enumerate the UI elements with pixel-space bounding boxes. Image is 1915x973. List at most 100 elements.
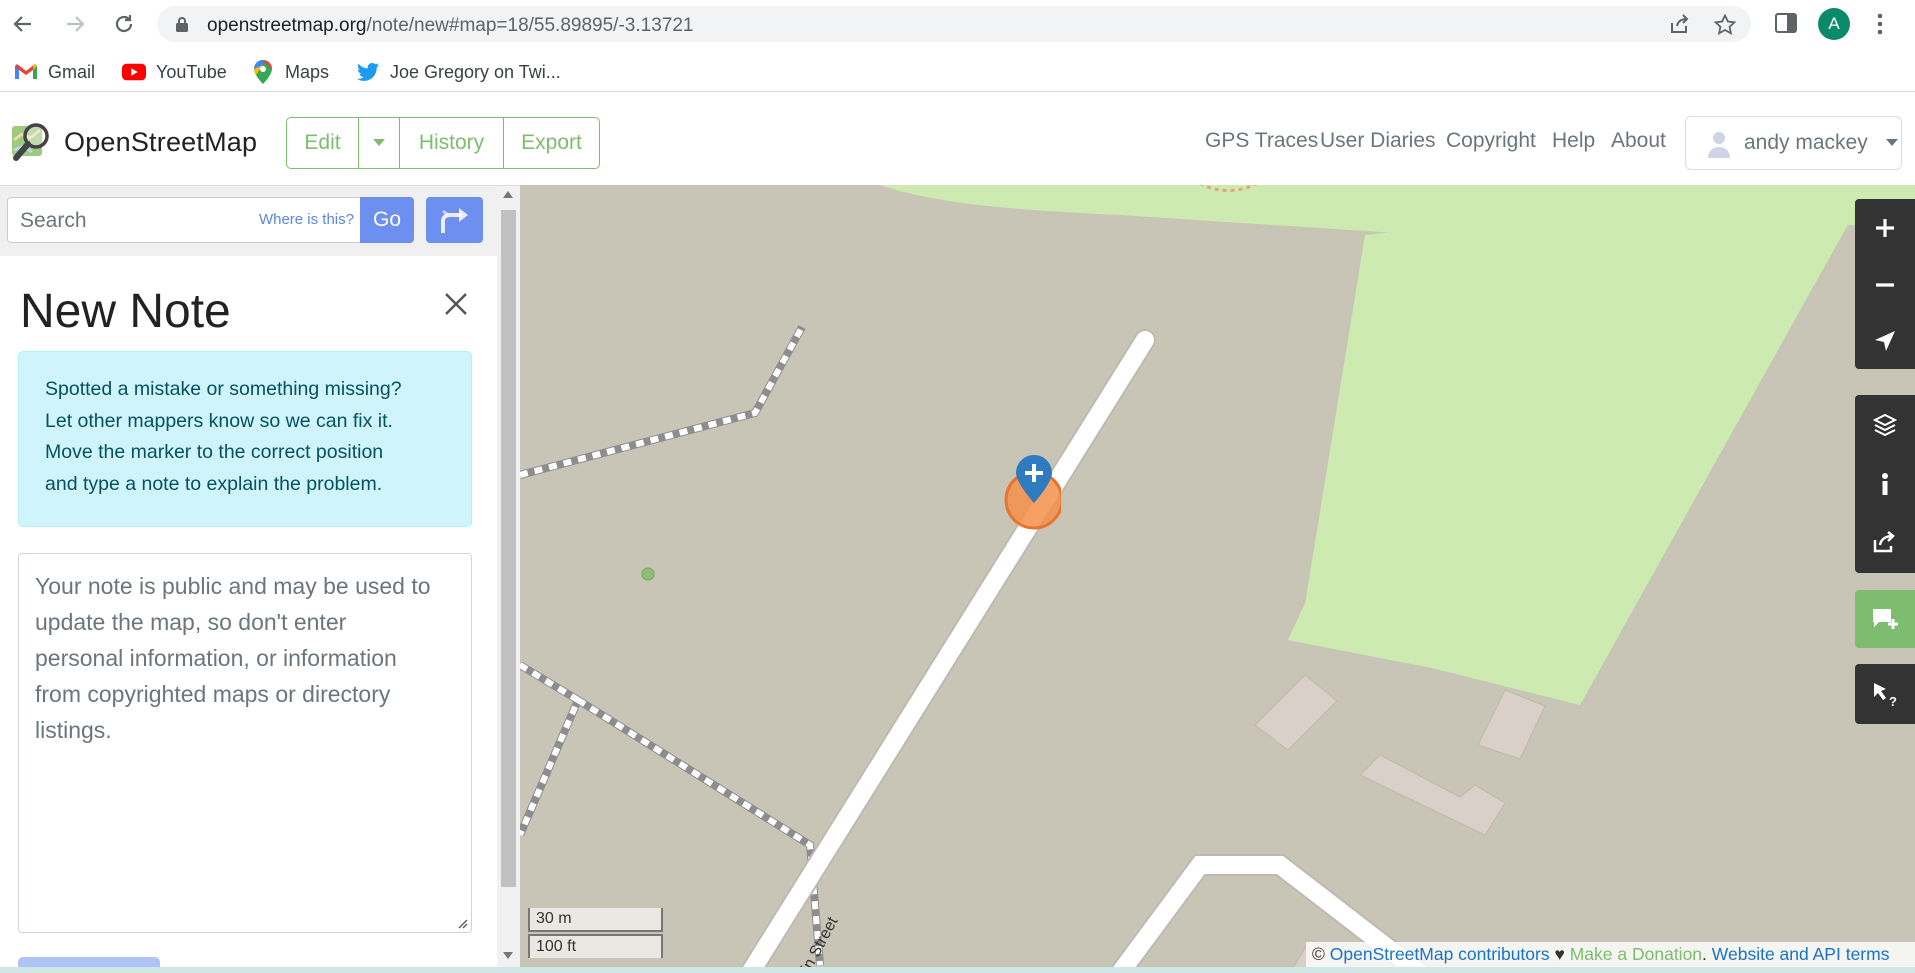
park-area-large [1300, 185, 1915, 705]
edit-dropdown-toggle[interactable] [359, 118, 400, 168]
osm-header: OpenStreetMap Edit History Export GPS Tr… [0, 101, 1915, 185]
url-text: openstreetmap.org/note/new#map=18/55.898… [207, 15, 694, 36]
nav-help[interactable]: Help [1552, 129, 1595, 153]
side-panel-icon[interactable] [1775, 13, 1797, 33]
new-note-marker[interactable] [999, 450, 1061, 530]
user-name: andy mackey [1744, 131, 1868, 154]
nav-gps-traces[interactable]: GPS Traces [1205, 129, 1318, 153]
donate-link[interactable]: Make a Donation [1570, 944, 1702, 964]
forward-arrow-icon [67, 16, 85, 32]
info-line: Spotted a mistake or something missing? [45, 378, 402, 400]
osm-contributors-link[interactable]: OpenStreetMap contributors [1330, 944, 1550, 964]
bookmark-twitter[interactable]: Joe Gregory on Twi... [356, 60, 561, 84]
back-arrow-icon [13, 16, 31, 32]
zoom-out-icon [1876, 283, 1894, 287]
directions-button[interactable] [426, 197, 483, 243]
profile-avatar[interactable]: A [1818, 8, 1850, 40]
layers-icon [1873, 413, 1897, 437]
sidebar: Search Where is this? Go New Note Spotte… [0, 185, 520, 973]
resize-grip-icon[interactable] [456, 917, 468, 929]
nav-about[interactable]: About [1611, 129, 1666, 153]
map-tools-controls [1855, 395, 1915, 573]
nav-copyright[interactable]: Copyright [1446, 129, 1536, 153]
twitter-icon [356, 60, 380, 84]
back-button[interactable] [7, 8, 39, 40]
scroll-down-arrow-icon[interactable] [503, 952, 513, 959]
browser-toolbar: openstreetmap.org/note/new#map=18/55.898… [0, 0, 1915, 48]
bookmark-star-icon[interactable] [1714, 14, 1736, 35]
placeholder-line: personal information, or information [35, 645, 397, 671]
layers-button[interactable] [1855, 395, 1915, 455]
go-button[interactable]: Go [360, 197, 414, 243]
placeholder-line: update the map, so don't enter [35, 609, 347, 635]
zoom-in-button[interactable] [1855, 199, 1915, 257]
svg-text:?: ? [1889, 694, 1897, 707]
caret-down-icon [373, 139, 385, 146]
user-caret-icon [1885, 139, 1898, 146]
search-placeholder: Search [20, 209, 87, 232]
close-icon[interactable] [442, 290, 470, 318]
forward-button[interactable] [59, 8, 91, 40]
query-icon: ? [1874, 683, 1897, 707]
map-attribution: © OpenStreetMap contributors ♥ Make a Do… [1306, 942, 1915, 967]
page-title: New Note [20, 285, 231, 338]
zoom-out-button[interactable] [1855, 257, 1915, 313]
edit-button[interactable]: Edit [287, 118, 359, 168]
query-features-control[interactable]: ? [1855, 664, 1915, 724]
address-bar[interactable]: openstreetmap.org/note/new#map=18/55.898… [157, 6, 1751, 42]
info-icon [1882, 473, 1888, 495]
osm-logo-icon [12, 123, 49, 161]
placeholder-line: from copyrighted maps or directory [35, 681, 391, 707]
search-input[interactable]: Search Where is this? [7, 197, 361, 243]
share-button[interactable] [1855, 513, 1915, 571]
share-page-icon[interactable] [1669, 14, 1691, 34]
where-is-this-link[interactable]: Where is this? [259, 211, 354, 228]
reload-button[interactable] [108, 8, 140, 40]
tree-dot [641, 567, 655, 581]
main-street [741, 331, 1154, 973]
map-canvas[interactable]: in Street 30 m 100 ft [520, 185, 1915, 973]
zoom-in-icon [1876, 219, 1894, 237]
youtube-icon [122, 60, 146, 84]
placeholder-line: Your note is public and may be used to [35, 573, 431, 599]
map-key-button[interactable] [1855, 455, 1915, 513]
gmail-icon [14, 60, 38, 84]
scale-imperial: 100 ft [528, 934, 663, 958]
chrome-menu-icon[interactable] [1876, 12, 1884, 36]
osm-logo[interactable]: OpenStreetMap [10, 120, 257, 164]
bookmark-youtube[interactable]: YouTube [122, 60, 227, 84]
new-note-info-alert: Spotted a mistake or something missing? … [18, 351, 472, 527]
scale-metric: 30 m [528, 908, 663, 932]
directions-icon [440, 208, 468, 233]
locate-button[interactable] [1855, 313, 1915, 369]
placeholder-line: listings. [35, 717, 112, 743]
terms-link[interactable]: Website and API terms [1712, 944, 1890, 964]
history-button[interactable]: History [400, 118, 504, 168]
user-menu[interactable]: andy mackey [1685, 116, 1902, 170]
lock-icon [176, 17, 188, 32]
user-avatar-icon [1704, 128, 1734, 158]
note-textarea[interactable]: Your note is public and may be used to u… [18, 553, 472, 933]
map-tiles: in Street [520, 185, 1915, 973]
share-icon [1873, 531, 1895, 553]
add-note-control[interactable] [1855, 590, 1915, 648]
export-button[interactable]: Export [504, 118, 599, 168]
maps-icon [251, 60, 275, 84]
bookmark-maps[interactable]: Maps [251, 60, 329, 84]
bookmarks-bar: Gmail YouTube Maps Joe Gregory on Twi... [0, 52, 1915, 92]
nav-user-diaries[interactable]: User Diaries [1320, 129, 1436, 153]
zoom-controls [1855, 199, 1915, 369]
building [1254, 674, 1338, 751]
info-line: Move the marker to the correct position [45, 441, 384, 463]
locate-icon [1875, 331, 1895, 351]
info-line: and type a note to explain the problem. [45, 472, 383, 495]
search-form: Search Where is this? Go [0, 186, 497, 256]
info-line: Let other mappers know so we can fix it. [45, 409, 393, 432]
osm-logo-text: OpenStreetMap [64, 126, 258, 157]
scrollbar-thumb[interactable] [501, 210, 516, 887]
add-note-icon [1873, 609, 1898, 629]
bookmark-gmail[interactable]: Gmail [14, 60, 95, 84]
bottom-edge [0, 967, 1915, 973]
scroll-up-arrow-icon[interactable] [503, 191, 513, 198]
building [1477, 689, 1546, 760]
